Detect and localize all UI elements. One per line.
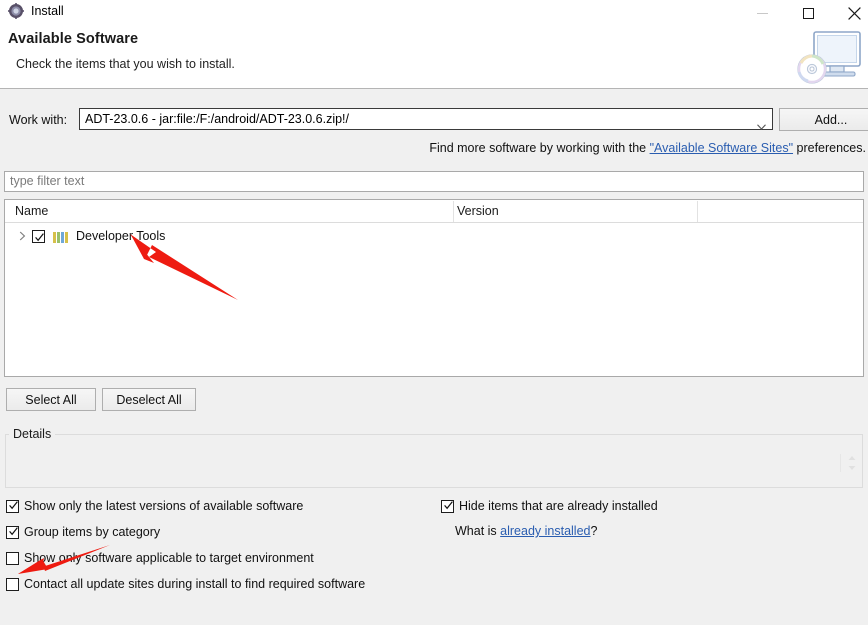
window-title-bar: Install [0, 0, 868, 26]
checkbox-box[interactable] [6, 499, 19, 513]
find-more-suffix: preferences. [793, 141, 867, 155]
window-title: Install [31, 4, 64, 18]
check-icon [8, 500, 19, 511]
deselect-all-button[interactable]: Deselect All [102, 388, 196, 411]
filter-placeholder: type filter text [10, 174, 85, 188]
window-title-group: Install [8, 3, 64, 19]
page-subtitle: Check the items that you wish to install… [16, 57, 235, 71]
category-bars-icon [53, 229, 69, 243]
chevron-down-icon[interactable] [757, 117, 766, 130]
column-header-version[interactable]: Version [457, 204, 499, 218]
software-tree[interactable]: Name Version Developer Tools [4, 199, 864, 377]
check-icon [443, 500, 454, 511]
checkbox-label: Group items by category [24, 525, 161, 539]
minimize-icon[interactable] [740, 0, 785, 26]
close-icon[interactable] [832, 0, 868, 26]
details-legend: Details [9, 427, 56, 441]
checkbox-contact-all-update-sites[interactable]: Contact all update sites during install … [6, 577, 365, 591]
wizard-header: Available Software Check the items that … [0, 26, 868, 89]
row-checkbox[interactable] [32, 229, 45, 243]
what-is-suffix: ? [590, 524, 598, 538]
checkbox-show-latest-versions[interactable]: Show only the latest versions of availab… [6, 499, 303, 513]
page-title: Available Software [8, 31, 139, 47]
chevron-right-icon[interactable] [14, 226, 30, 246]
details-divider [840, 454, 841, 472]
install-gear-icon [8, 3, 24, 19]
work-with-combo[interactable]: ADT-23.0.6 - jar:file:/F:/android/ADT-23… [79, 108, 773, 130]
checkbox-label: Hide items that are already installed [459, 499, 658, 513]
find-more-software-text: Find more software by working with the "… [429, 141, 866, 155]
tree-column-header: Name Version [5, 200, 863, 223]
work-with-value: ADT-23.0.6 - jar:file:/F:/android/ADT-23… [85, 112, 350, 126]
check-icon [8, 526, 19, 537]
details-panel [5, 434, 863, 488]
available-software-sites-link[interactable]: "Available Software Sites" [650, 141, 793, 155]
checkbox-label: Contact all update sites during install … [24, 577, 366, 591]
checkbox-hide-installed-items[interactable]: Hide items that are already installed [441, 499, 658, 513]
checkbox-box[interactable] [6, 525, 19, 539]
select-all-button[interactable]: Select All [6, 388, 96, 411]
column-header-name[interactable]: Name [15, 204, 48, 218]
maximize-icon[interactable] [786, 0, 831, 26]
up-down-spinner-icon[interactable] [845, 454, 859, 472]
what-is-already-installed-text: What is already installed? [455, 524, 597, 538]
checkbox-box[interactable] [6, 551, 19, 565]
checkbox-group-by-category[interactable]: Group items by category [6, 525, 160, 539]
work-with-label: Work with: [9, 113, 68, 127]
checkbox-show-applicable-software[interactable]: Show only software applicable to target … [6, 551, 314, 565]
add-button[interactable]: Add... [779, 108, 868, 131]
computer-cd-icon [788, 26, 866, 88]
table-row-name: Developer Tools [76, 229, 166, 243]
find-more-prefix: Find more software by working with the [429, 141, 650, 155]
check-icon [34, 230, 45, 241]
checkbox-label: Show only the latest versions of availab… [24, 499, 304, 513]
column-divider [697, 201, 698, 222]
filter-input[interactable]: type filter text [4, 171, 864, 192]
checkbox-label: Show only software applicable to target … [24, 551, 314, 565]
what-is-prefix: What is [455, 524, 501, 538]
table-row[interactable]: Developer Tools [5, 226, 165, 246]
install-dialog: Install Available Software Check the ite… [0, 0, 868, 625]
column-divider [453, 201, 454, 222]
checkbox-box[interactable] [441, 499, 454, 513]
checkbox-box[interactable] [6, 577, 19, 591]
already-installed-link[interactable]: already installed [500, 524, 590, 538]
